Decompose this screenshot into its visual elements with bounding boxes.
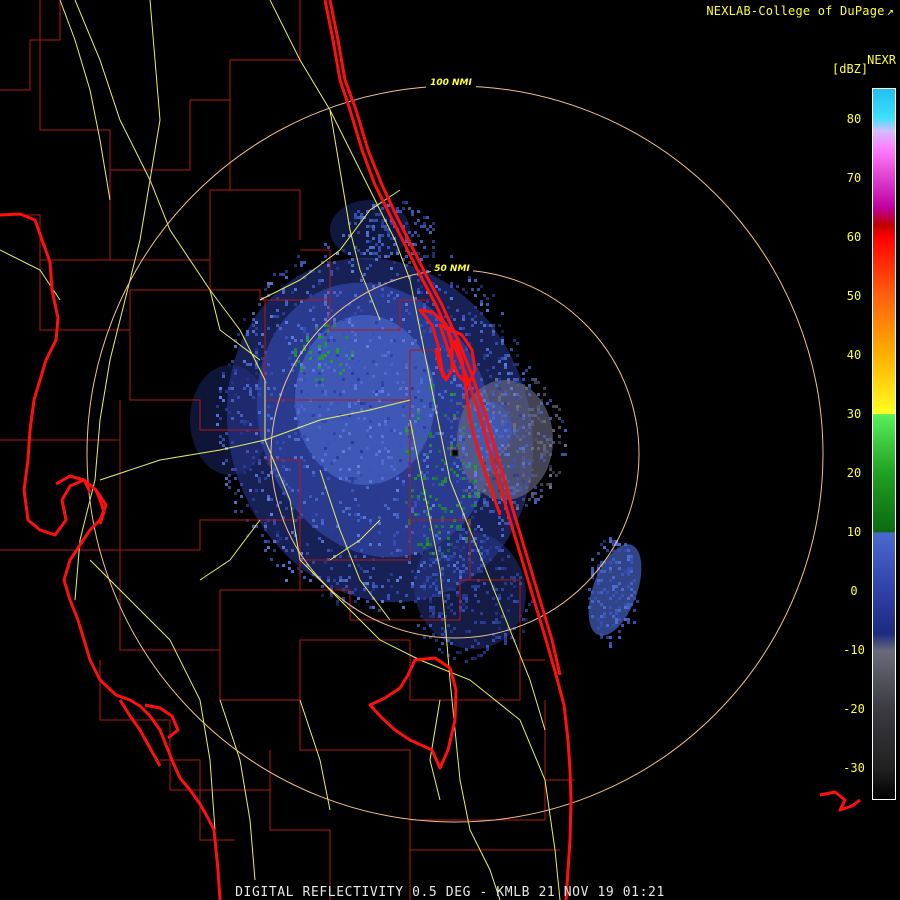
legend-tick: 20 (846, 465, 862, 480)
legend-tick: 0 (850, 583, 858, 598)
legend-unit: [dBZ] (832, 62, 869, 76)
credit-text: NEXLAB-College of DuPage (706, 4, 885, 18)
legend-tick: 30 (846, 406, 862, 421)
legend-tick: -10 (843, 642, 865, 657)
legend-tick: 80 (846, 111, 862, 126)
cursor-arrow-icon: ↗ (886, 4, 894, 18)
ring-label-50: 50 NMI (434, 264, 470, 274)
legend-tick: 50 (846, 288, 862, 303)
legend-tick: 60 (846, 229, 862, 244)
radar-site-marker (451, 449, 459, 457)
credit-label: NEXLAB-College of DuPage ↗ (706, 4, 894, 18)
legend-tick: 40 (846, 347, 862, 362)
dbz-color-scale (872, 88, 896, 800)
legend-tick: 70 (846, 170, 862, 185)
legend-tick: -30 (843, 760, 865, 775)
ring-label-100: 100 NMI (430, 78, 472, 88)
legend-tick: 10 (846, 524, 862, 539)
product-caption: DIGITAL REFLECTIVITY 0.5 DEG - KMLB 21 N… (235, 885, 665, 900)
radar-map: 100 NMI 50 NMI (0, 0, 900, 900)
legend-tick: -20 (843, 701, 865, 716)
product-label: NEXR (867, 53, 896, 67)
